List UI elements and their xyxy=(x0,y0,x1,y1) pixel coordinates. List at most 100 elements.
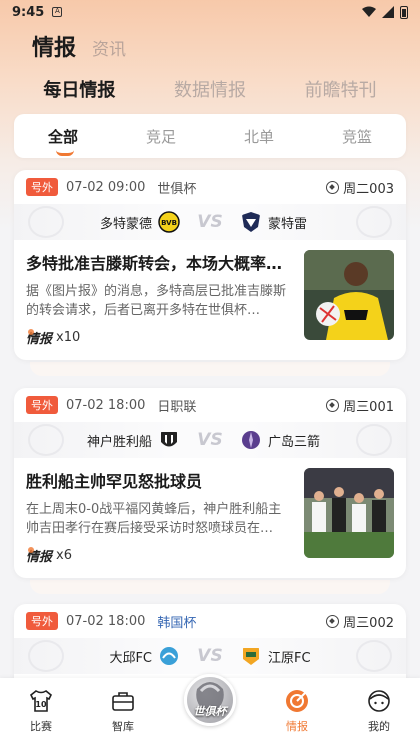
monterrey-crest-icon xyxy=(242,212,260,232)
filter-beidan[interactable]: 北单 xyxy=(244,126,274,147)
intel-count-row: 情报 x6 xyxy=(26,546,294,565)
filter-bar: 全部 竞足 北单 竞篮 xyxy=(14,114,406,158)
news-thumbnail[interactable] xyxy=(304,468,394,558)
tab-intel[interactable]: 情报 xyxy=(26,30,77,68)
intel-card[interactable]: 号外 07-02 18:00 日职联 周三001 神户胜利船 VS 广岛三箭 胜… xyxy=(14,388,406,578)
intel-count-row: 情报 x10 xyxy=(26,328,294,347)
battery-icon xyxy=(400,5,408,19)
match-number-text: 周三001 xyxy=(343,399,394,415)
filter-jinglan[interactable]: 竞篮 xyxy=(342,126,372,147)
filter-active-indicator xyxy=(55,150,74,156)
tab-intel-nav[interactable]: 情报 xyxy=(267,688,327,734)
news-thumbnail[interactable] xyxy=(304,250,394,340)
subtab-data[interactable]: 数据情报 xyxy=(174,76,246,102)
dortmund-crest-icon: BVB xyxy=(158,211,180,233)
away-crest-watermark xyxy=(356,424,392,456)
home-crest-watermark xyxy=(28,424,64,456)
filter-all[interactable]: 全部 xyxy=(47,126,78,156)
subtab-daily-label: 每日情报 xyxy=(43,80,116,101)
sanfrecce-crest-icon xyxy=(242,431,260,449)
top-tabs: 情报 资讯 xyxy=(26,30,126,68)
match-number-text: 周三002 xyxy=(343,615,394,631)
match-datetime: 07-02 18:00 xyxy=(66,397,146,413)
intel-logo-icon: 情报 xyxy=(26,328,52,347)
card-header: 号外 07-02 18:00 日职联 周三001 xyxy=(14,388,406,422)
daegu-crest-icon xyxy=(160,647,178,665)
tab-intel-label: 情报 xyxy=(32,36,77,61)
teams-row[interactable]: 神户胜利船 VS 广岛三箭 xyxy=(14,422,406,458)
tab-thinktank-label: 智库 xyxy=(112,720,134,733)
notification-icon: A xyxy=(52,7,63,17)
tab-matches[interactable]: 10 比赛 xyxy=(11,688,71,734)
gangwon-crest-icon xyxy=(243,648,259,665)
jersey-number: 10 xyxy=(35,700,47,709)
card-text: 胜利船主帅罕见怒批球员 在上周末0-0战平福冈黄蜂后，神户胜利船主帅吉田孝行在赛… xyxy=(26,468,304,565)
filter-jingzu[interactable]: 竞足 xyxy=(146,126,176,147)
card-body: 胜利船主帅罕见怒批球员 在上周末0-0战平福冈黄蜂后，神户胜利船主帅吉田孝行在赛… xyxy=(14,458,406,577)
teams-row[interactable]: 多特蒙德 BVB VS 蒙特雷 xyxy=(14,204,406,240)
away-crest-watermark xyxy=(356,206,392,238)
tab-profile-label: 我的 xyxy=(368,720,390,733)
match-number-text: 周二003 xyxy=(343,181,394,197)
extra-badge: 号外 xyxy=(26,396,58,414)
wifi-icon xyxy=(362,6,376,17)
briefcase-icon xyxy=(112,692,134,711)
league-name: 日职联 xyxy=(157,399,197,415)
away-team-name: 江原FC xyxy=(268,650,311,666)
teams-row[interactable]: 大邱FC VS 江原FC xyxy=(14,638,406,674)
jersey-icon: 10 xyxy=(29,690,53,712)
status-bar: 9:45 A xyxy=(0,0,420,24)
extra-badge: 号外 xyxy=(26,612,58,630)
vs-label: VS xyxy=(197,430,223,450)
vs-label: VS xyxy=(197,646,223,666)
match-number: 周三001 xyxy=(326,396,394,415)
filter-all-label: 全部 xyxy=(47,127,78,146)
home-crest-watermark xyxy=(28,206,64,238)
away-team-name: 广岛三箭 xyxy=(268,434,321,450)
league-name: 韩国杯 xyxy=(157,615,197,631)
tab-profile[interactable]: 我的 xyxy=(349,688,409,734)
extra-badge: 号外 xyxy=(26,178,58,196)
profile-icon xyxy=(368,690,390,712)
svg-text:BVB: BVB xyxy=(161,219,177,227)
sub-tabs: 每日情报 数据情报 前瞻特刊 xyxy=(0,76,420,104)
tab-intel-nav-label: 情报 xyxy=(286,720,308,733)
match-number: 周三002 xyxy=(326,612,394,631)
intel-count: x6 xyxy=(56,548,72,563)
signal-icon xyxy=(382,6,394,18)
tab-news[interactable]: 资讯 xyxy=(92,35,126,62)
card-header: 号外 07-02 09:00 世俱杯 周二003 xyxy=(14,170,406,204)
status-time: 9:45 xyxy=(12,4,45,20)
news-headline[interactable]: 多特批准吉滕斯转会，本场大概率不… xyxy=(26,250,288,274)
match-datetime: 07-02 18:00 xyxy=(66,613,146,629)
home-team-name: 大邱FC xyxy=(109,650,152,666)
home-crest-watermark xyxy=(28,640,64,672)
trophy-icon: 世俱杯 xyxy=(184,674,236,726)
target-icon xyxy=(286,690,308,712)
intel-logo-icon: 情报 xyxy=(26,546,52,565)
card-text: 多特批准吉滕斯转会，本场大概率不… 据《图片报》的消息，多特高层已批准吉滕斯的转… xyxy=(26,250,304,347)
league-name: 世俱杯 xyxy=(157,181,197,197)
card-stack-shadow xyxy=(30,362,390,376)
subtab-preview[interactable]: 前瞻特刊 xyxy=(305,76,377,102)
news-summary: 据《图片报》的消息，多特高层已批准吉滕斯的转会请求，后者已离开多特在世俱杯… xyxy=(26,284,287,318)
intel-count: x10 xyxy=(56,330,81,345)
tab-thinktank[interactable]: 智库 xyxy=(93,688,153,734)
away-team-name: 蒙特雷 xyxy=(268,216,308,232)
intel-card[interactable]: 号外 07-02 09:00 世俱杯 周二003 多特蒙德 BVB VS 蒙特雷 xyxy=(14,170,406,360)
news-summary: 在上周末0-0战平福冈黄蜂后，神户胜利船主帅吉田孝行在赛后接受采访时怒喷球员在… xyxy=(26,502,282,536)
card-header: 号外 07-02 18:00 韩国杯 周三002 xyxy=(14,604,406,638)
football-icon xyxy=(326,614,340,628)
bottom-tab-bar: 10 比赛 智库 世俱杯 情报 我的 xyxy=(0,674,420,746)
vissel-kobe-crest-icon xyxy=(161,432,177,447)
football-icon xyxy=(326,398,340,412)
tab-club-world-cup[interactable]: 世俱杯 xyxy=(175,674,245,726)
card-body: 多特批准吉滕斯转会，本场大概率不… 据《图片报》的消息，多特高层已批准吉滕斯的转… xyxy=(14,240,406,359)
match-number: 周二003 xyxy=(326,178,394,197)
news-headline[interactable]: 胜利船主帅罕见怒批球员 xyxy=(26,468,288,492)
card-stack-shadow xyxy=(30,580,390,594)
home-team-name: 神户胜利船 xyxy=(86,434,152,450)
away-crest-watermark xyxy=(356,640,392,672)
subtab-daily[interactable]: 每日情报 xyxy=(43,76,116,104)
tab-club-world-cup-label: 世俱杯 xyxy=(193,705,227,718)
